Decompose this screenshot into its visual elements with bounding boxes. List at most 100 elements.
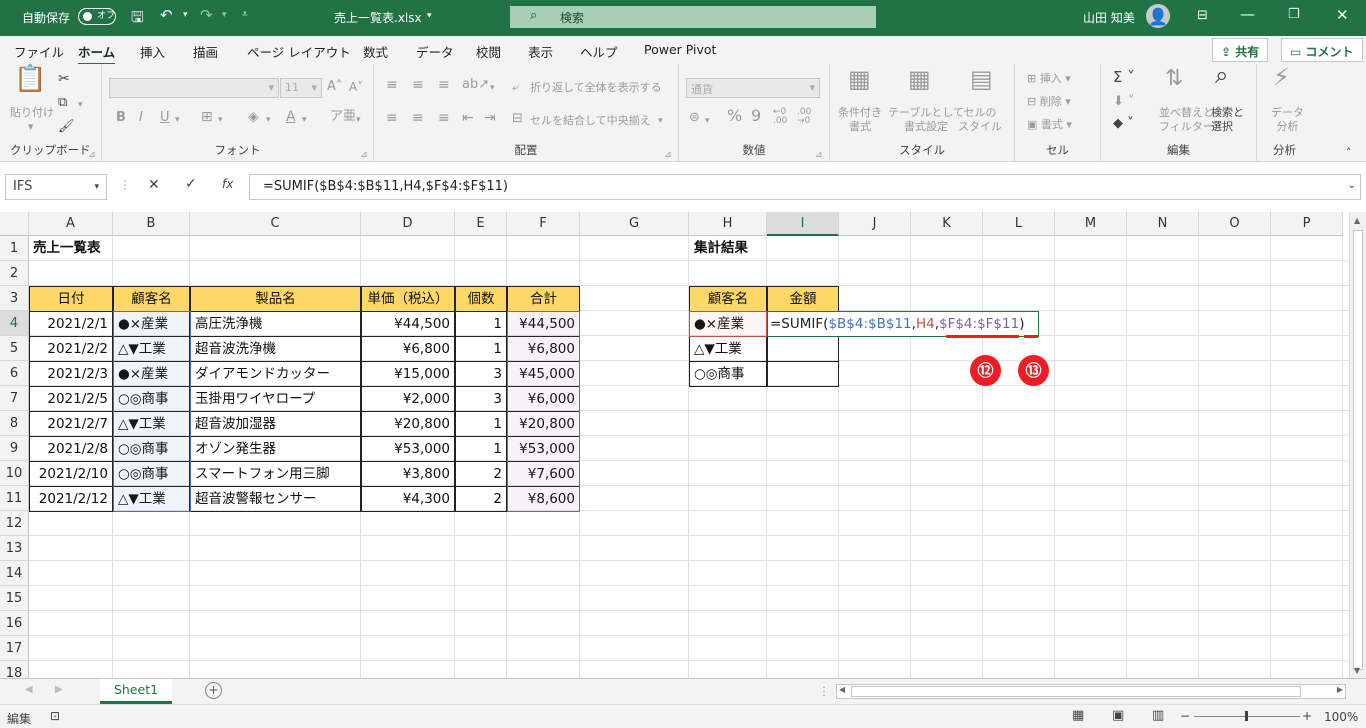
fill-color-icon[interactable]: ◈ [248, 110, 259, 124]
minimize-icon[interactable]: — [1240, 5, 1255, 23]
delete-cells-button[interactable]: ⊟ 削除 ▾ [1027, 95, 1071, 109]
horizontal-scrollbar[interactable]: ◀ ▶ [836, 684, 1346, 699]
close-icon[interactable]: ✕ [1336, 6, 1349, 24]
format-table-button[interactable]: テーブルとして 書式設定 [888, 106, 964, 134]
table-cell[interactable]: 1 [455, 311, 507, 337]
summary-customer-cell[interactable]: △▼工業 [689, 336, 767, 362]
redo-dropdown-icon[interactable]: ▾ [222, 10, 227, 20]
align-bottom-icon[interactable]: ≡ [438, 78, 450, 92]
scroll-left-icon[interactable]: ◀ [839, 685, 845, 694]
summary-header-cell[interactable]: 金額 [767, 286, 839, 312]
table-cell[interactable]: 2021/2/8 [29, 436, 113, 462]
row-header-8[interactable]: 8 [0, 411, 29, 436]
clipboard-launcher-icon[interactable]: ⊿ [88, 148, 96, 162]
tab-draw[interactable]: 描画 [193, 42, 218, 61]
table-cell[interactable]: 2021/2/7 [29, 411, 113, 437]
comment-button[interactable]: ▭ コメント [1281, 38, 1363, 62]
column-header-h[interactable]: H [689, 212, 767, 236]
row-header-4[interactable]: 4 [0, 311, 29, 336]
border-dropdown-icon[interactable]: ▾ [218, 113, 223, 127]
font-name-dropdown-icon[interactable]: ▾ [268, 81, 274, 94]
undo-dropdown-icon[interactable]: ▾ [183, 10, 188, 20]
font-color-dropdown-icon[interactable]: ▾ [302, 113, 307, 127]
column-header-m[interactable]: M [1055, 212, 1127, 236]
zoom-out-icon[interactable]: − [1180, 709, 1190, 723]
accessibility-icon[interactable]: ⊡ [50, 709, 60, 723]
tab-review[interactable]: 校閲 [476, 42, 501, 61]
table-cell[interactable]: ¥44,500 [361, 311, 455, 337]
format-painter-icon[interactable]: 🖌 [58, 120, 75, 134]
column-header-b[interactable]: B [113, 212, 190, 236]
tab-split-handle-icon[interactable]: ⋮ [818, 684, 830, 698]
restore-icon[interactable]: ❐ [1288, 7, 1300, 22]
increase-indent-icon[interactable]: ⇥ [484, 111, 496, 125]
table-cell[interactable]: 超音波洗浄機 [190, 336, 361, 362]
column-header-l[interactable]: L [983, 212, 1055, 236]
row-header-12[interactable]: 12 [0, 511, 29, 536]
page-layout-view-icon[interactable]: ▣ [1112, 708, 1124, 723]
align-center-icon[interactable]: ≡ [412, 111, 424, 125]
column-header-j[interactable]: J [839, 212, 911, 236]
row-header-3[interactable]: 3 [0, 286, 29, 311]
table-cell[interactable]: 超音波警報センサー [190, 486, 361, 512]
copy-dropdown-icon[interactable]: ▾ [78, 98, 83, 112]
table-cell[interactable]: 2021/2/5 [29, 386, 113, 412]
orientation-dropdown-icon[interactable]: ▾ [490, 81, 495, 95]
select-all-corner[interactable] [0, 212, 29, 236]
table-cell[interactable]: ¥6,800 [361, 336, 455, 362]
column-header-d[interactable]: D [361, 212, 455, 236]
row-header-10[interactable]: 10 [0, 461, 29, 486]
row-header-14[interactable]: 14 [0, 561, 29, 586]
phonetic-icon[interactable]: ア亜 [330, 110, 356, 124]
vertical-scroll-thumb[interactable] [1353, 230, 1363, 670]
table-cell[interactable]: ¥15,000 [361, 361, 455, 387]
table-cell[interactable]: ¥4,300 [361, 486, 455, 512]
decrease-decimal-icon[interactable]: .00 →0 [797, 108, 811, 126]
find-select-icon[interactable]: ⌕ [1215, 63, 1228, 87]
table-cell[interactable]: ダイアモンドカッター [190, 361, 361, 387]
align-middle-icon[interactable]: ≡ [412, 78, 424, 92]
conditional-format-button[interactable]: 条件付き 書式 [838, 106, 882, 134]
table-cell[interactable]: 2021/2/10 [29, 461, 113, 487]
number-format-box[interactable]: 通貨 ▾ [686, 78, 820, 98]
expand-formula-icon[interactable]: ⌄ [1348, 180, 1356, 191]
wrap-text-button[interactable]: 折り返して全体を表示する [530, 81, 662, 95]
page-break-view-icon[interactable]: ▥ [1152, 708, 1164, 723]
table-cell[interactable]: 超音波加湿器 [190, 411, 361, 437]
table-cell[interactable]: ¥3,800 [361, 461, 455, 487]
next-sheet-icon[interactable]: ▶ [55, 684, 63, 695]
scroll-down-icon[interactable]: ▼ [1354, 666, 1360, 675]
data-analysis-icon[interactable]: ⚡ [1273, 65, 1290, 89]
paste-dropdown-icon[interactable]: ▾ [28, 120, 34, 134]
conditional-format-icon[interactable]: ▦ [848, 67, 871, 91]
font-size-box[interactable]: 11 ▾ [280, 78, 322, 98]
font-name-box[interactable]: ▾ [109, 78, 279, 98]
table-cell[interactable]: 2021/2/2 [29, 336, 113, 362]
table-header-cell[interactable]: 単価（税込） [361, 286, 455, 312]
column-header-f[interactable]: F [507, 212, 580, 236]
tab-help[interactable]: ヘルプ [580, 42, 618, 61]
normal-view-icon[interactable]: ▦ [1072, 708, 1084, 723]
table-cell[interactable]: 高圧洗浄機 [190, 311, 361, 337]
row-header-2[interactable]: 2 [0, 261, 29, 286]
increase-decimal-icon[interactable]: ←0.00 [773, 108, 787, 126]
table-header-cell[interactable]: 日付 [29, 286, 113, 312]
increase-font-icon[interactable]: A˄ [327, 80, 342, 94]
table-header-cell[interactable]: 合計 [507, 286, 580, 312]
orientation-icon[interactable]: ab↗ [462, 78, 489, 92]
formula-input[interactable]: =SUMIF($B$4:$B$11,H4,$F$4:$F$11) ⌄ [249, 174, 1361, 200]
find-select-button[interactable]: 検索と 選択 [1211, 106, 1244, 134]
accounting-dropdown-icon[interactable]: ▾ [705, 114, 710, 128]
ribbon-display-icon[interactable]: ⊟ [1197, 8, 1208, 23]
horizontal-scroll-thumb[interactable] [851, 686, 1301, 697]
row-header-9[interactable]: 9 [0, 436, 29, 461]
paste-label[interactable]: 貼り付け [10, 106, 54, 120]
column-header-i[interactable]: I [767, 212, 839, 236]
table-cell[interactable]: 2 [455, 486, 507, 512]
cell-styles-icon[interactable]: ▤ [970, 67, 993, 91]
table-cell[interactable]: ¥2,000 [361, 386, 455, 412]
tab-view[interactable]: 表示 [528, 42, 553, 61]
scroll-right-icon[interactable]: ▶ [1337, 685, 1343, 694]
column-header-a[interactable]: A [29, 212, 113, 236]
row-header-7[interactable]: 7 [0, 386, 29, 411]
